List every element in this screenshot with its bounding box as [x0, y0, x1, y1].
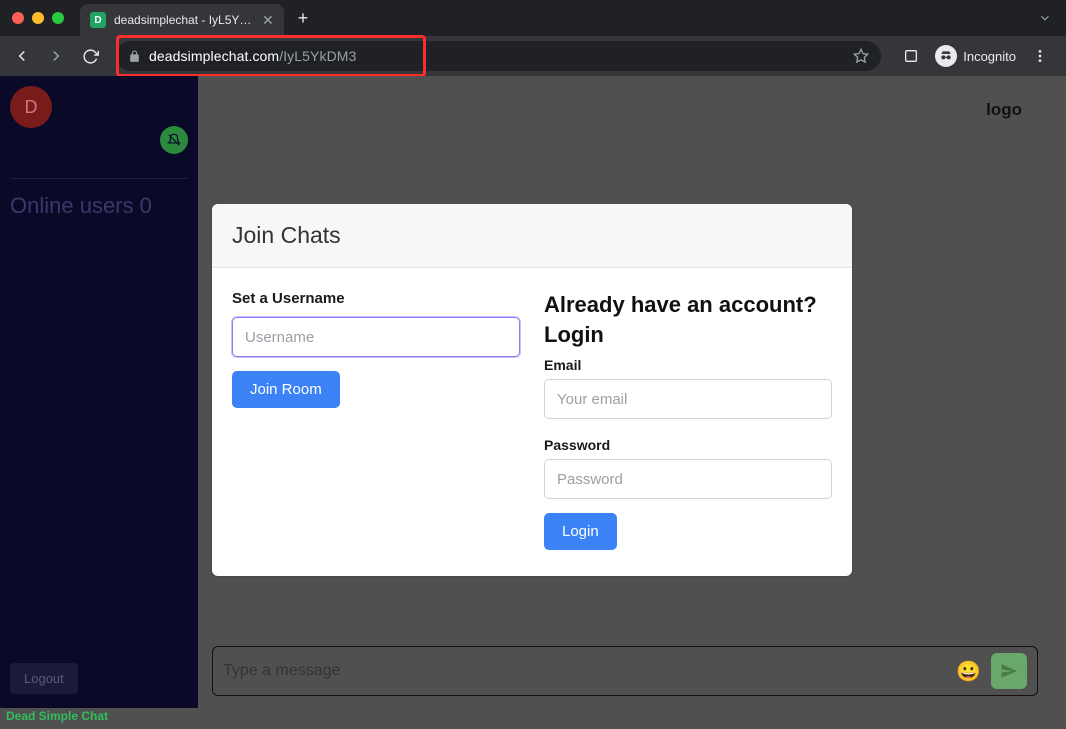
window-minimize-button[interactable]	[32, 12, 44, 24]
tab-favicon: D	[90, 12, 106, 28]
modal-title: Join Chats	[232, 222, 832, 249]
divider	[10, 178, 188, 179]
username-input[interactable]	[232, 317, 520, 357]
browser-menu-button[interactable]	[1026, 42, 1054, 70]
notifications-muted-icon[interactable]	[160, 126, 188, 154]
reload-button[interactable]	[76, 42, 104, 70]
chat-app: D Online users 0 Logout logo Join Chats	[0, 76, 1052, 708]
bookmark-star-icon[interactable]	[853, 48, 869, 64]
window-controls	[12, 12, 64, 24]
message-compose-bar: 😀	[212, 646, 1038, 696]
browser-toolbar: deadsimplechat.com/IyL5YkDM3 Incognito	[0, 36, 1066, 76]
incognito-label: Incognito	[963, 49, 1016, 64]
message-input[interactable]	[223, 662, 956, 680]
set-username-panel: Set a Username Join Room	[232, 290, 520, 550]
incognito-icon	[935, 45, 957, 67]
page-viewport: Copy the chat room URL D Online users 0 …	[0, 76, 1066, 729]
username-label: Set a Username	[232, 290, 520, 307]
modal-header: Join Chats	[212, 204, 852, 268]
email-label: Email	[544, 357, 832, 373]
url-host: deadsimplechat.com	[149, 48, 279, 64]
tab-list-button[interactable]	[1038, 11, 1052, 25]
browser-tab-strip: D deadsimplechat - IyL5YkDM3 ✕ +	[0, 0, 1066, 36]
send-button[interactable]	[991, 653, 1027, 689]
logout-button[interactable]: Logout	[10, 663, 78, 694]
email-input[interactable]	[544, 379, 832, 419]
lock-icon	[128, 50, 141, 63]
address-text: deadsimplechat.com/IyL5YkDM3	[149, 48, 356, 64]
back-button[interactable]	[8, 42, 36, 70]
address-bar[interactable]: deadsimplechat.com/IyL5YkDM3	[116, 41, 881, 71]
login-panel: Already have an account? Login Email Pas…	[544, 290, 832, 550]
window-zoom-button[interactable]	[52, 12, 64, 24]
join-chat-modal: Join Chats Set a Username Join Room Alre…	[212, 204, 852, 576]
extensions-button[interactable]	[897, 42, 925, 70]
chat-sidebar: D Online users 0 Logout	[0, 76, 198, 708]
login-heading: Already have an account? Login	[544, 290, 832, 349]
user-avatar[interactable]: D	[10, 86, 52, 128]
join-room-button[interactable]: Join Room	[232, 371, 340, 408]
password-input[interactable]	[544, 459, 832, 499]
brand-logo-text: logo	[986, 100, 1022, 120]
footer-brand-label: Dead Simple Chat	[6, 709, 108, 723]
emoji-picker-button[interactable]: 😀	[956, 659, 981, 684]
url-path: /IyL5YkDM3	[279, 48, 356, 64]
browser-tab[interactable]: D deadsimplechat - IyL5YkDM3 ✕	[80, 4, 284, 36]
window-close-button[interactable]	[12, 12, 24, 24]
login-button[interactable]: Login	[544, 513, 617, 550]
new-tab-button[interactable]: +	[298, 8, 309, 29]
online-users-label: Online users 0	[0, 193, 198, 219]
password-label: Password	[544, 437, 832, 453]
online-count: 0	[140, 193, 152, 218]
chat-main: logo Join Chats Set a Username Join Room…	[198, 76, 1052, 708]
forward-button[interactable]	[42, 42, 70, 70]
incognito-indicator[interactable]: Incognito	[935, 45, 1016, 67]
tab-title: deadsimplechat - IyL5YkDM3	[114, 13, 254, 27]
online-text: Online users	[10, 193, 134, 218]
tab-close-button[interactable]: ✕	[262, 13, 274, 27]
